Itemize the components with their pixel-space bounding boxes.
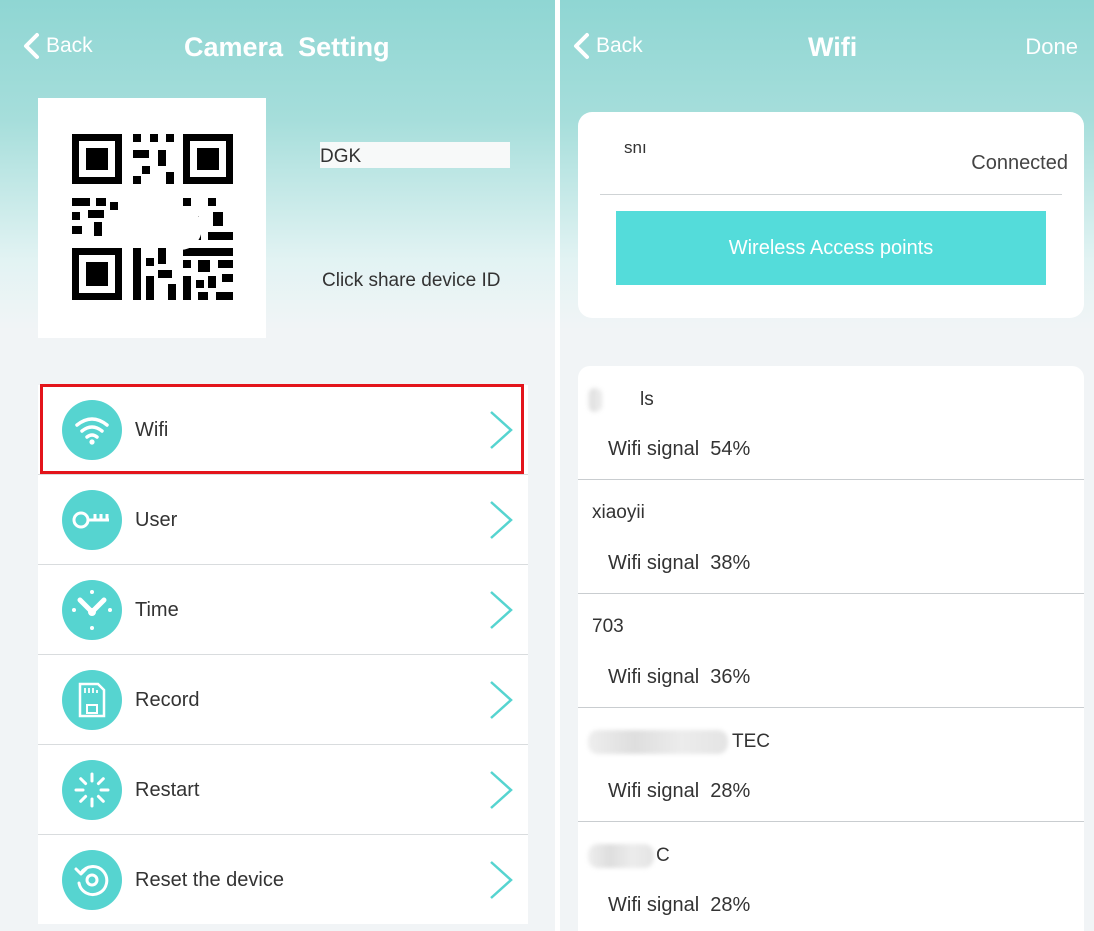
reset-icon — [62, 850, 122, 910]
wifi-icon — [62, 400, 122, 460]
network-name: C — [588, 844, 670, 868]
menu-item-label: Wifi — [135, 419, 169, 441]
chevron-right-icon — [490, 861, 513, 899]
done-button[interactable]: Done — [1025, 34, 1078, 60]
page-title: Wifi — [808, 32, 858, 62]
camera-setting-screen: Back Camera Setting DGK Click share devi… — [0, 0, 555, 931]
redacted-blur — [588, 844, 654, 868]
chevron-right-icon — [490, 771, 513, 809]
back-label: Back — [596, 34, 643, 57]
network-name: ls — [588, 388, 654, 412]
page-title: Camera Setting — [184, 32, 390, 62]
key-icon — [62, 490, 122, 550]
redacted-blur — [588, 388, 602, 412]
chevron-left-icon — [24, 33, 39, 59]
redacted-blur — [588, 730, 728, 754]
network-name: xiaoyii — [592, 502, 645, 523]
spinner-icon — [62, 760, 122, 820]
wifi-network-item[interactable]: TEC Wifi signal 28% — [578, 708, 1084, 822]
menu-item-label: User — [135, 509, 178, 531]
wifi-signal: Wifi signal 38% — [608, 552, 751, 574]
menu-item-label: Restart — [135, 779, 200, 801]
menu-item-label: Reset the device — [135, 869, 284, 891]
wifi-network-item[interactable]: ls Wifi signal 54% — [578, 366, 1084, 480]
chevron-right-icon — [490, 591, 513, 629]
wifi-signal: Wifi signal 54% — [608, 438, 751, 460]
menu-item-wifi[interactable]: Wifi — [38, 385, 528, 475]
connection-status: Connected — [971, 152, 1068, 174]
chevron-right-icon — [490, 411, 513, 449]
back-button[interactable]: Back — [22, 32, 93, 60]
network-name-text: ls — [640, 389, 654, 411]
wifi-signal: Wifi signal 28% — [608, 894, 751, 916]
network-name-text: C — [656, 845, 670, 867]
menu-item-restart[interactable]: Restart — [38, 745, 528, 835]
connected-network-card: snı Connected Wireless Access points — [578, 112, 1084, 318]
back-label: Back — [46, 34, 93, 57]
wifi-network-item[interactable]: C Wifi signal 28% — [578, 822, 1084, 931]
qr-code[interactable] — [38, 98, 266, 338]
network-name-text: TEC — [732, 731, 770, 753]
device-name: DGK — [320, 146, 362, 167]
wifi-signal: Wifi signal 36% — [608, 666, 751, 688]
wireless-access-points-button[interactable]: Wireless Access points — [616, 211, 1046, 285]
wifi-network-list: ls Wifi signal 54% xiaoyii Wifi signal 3… — [578, 366, 1084, 931]
back-button[interactable]: Back — [572, 32, 643, 60]
network-name: 703 — [592, 616, 624, 637]
wifi-network-item[interactable]: xiaoyii Wifi signal 38% — [578, 480, 1084, 594]
sd-card-icon — [62, 670, 122, 730]
wifi-screen: Back Wifi Done snı Connected Wireless Ac… — [560, 0, 1094, 931]
divider — [600, 194, 1062, 195]
chevron-right-icon — [490, 501, 513, 539]
settings-menu: Wifi User Time Record Restart Reset the … — [38, 385, 528, 924]
menu-item-user[interactable]: User — [38, 475, 528, 565]
menu-item-reset-device[interactable]: Reset the device — [38, 835, 528, 924]
qr-code-icon — [72, 134, 233, 300]
network-name: TEC — [588, 730, 770, 754]
nav-bar: Back Wifi Done — [560, 18, 1094, 78]
wifi-network-item[interactable]: 703 Wifi signal 36% — [578, 594, 1084, 708]
connected-ssid: snı — [624, 138, 647, 157]
wifi-signal: Wifi signal 28% — [608, 780, 751, 802]
chevron-left-icon — [574, 33, 589, 59]
chevron-right-icon — [490, 681, 513, 719]
menu-item-time[interactable]: Time — [38, 565, 528, 655]
menu-item-label: Time — [135, 599, 179, 621]
clock-icon — [62, 580, 122, 640]
menu-item-label: Record — [135, 689, 200, 711]
menu-item-record[interactable]: Record — [38, 655, 528, 745]
nav-bar: Back Camera Setting — [0, 18, 555, 78]
share-device-id-link[interactable]: Click share device ID — [322, 270, 500, 292]
